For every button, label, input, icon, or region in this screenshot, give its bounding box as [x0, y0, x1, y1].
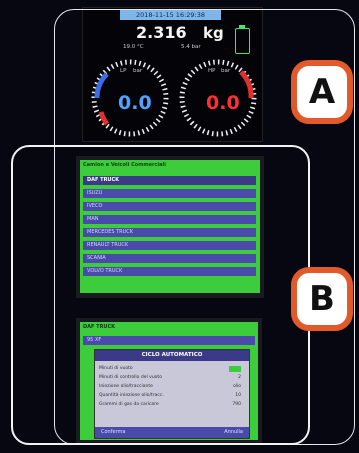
label-b: B [291, 267, 353, 331]
label-a-text: A [308, 72, 336, 112]
label-b-text: B [309, 279, 335, 319]
label-a: A [291, 60, 353, 124]
outline-b [11, 145, 310, 445]
